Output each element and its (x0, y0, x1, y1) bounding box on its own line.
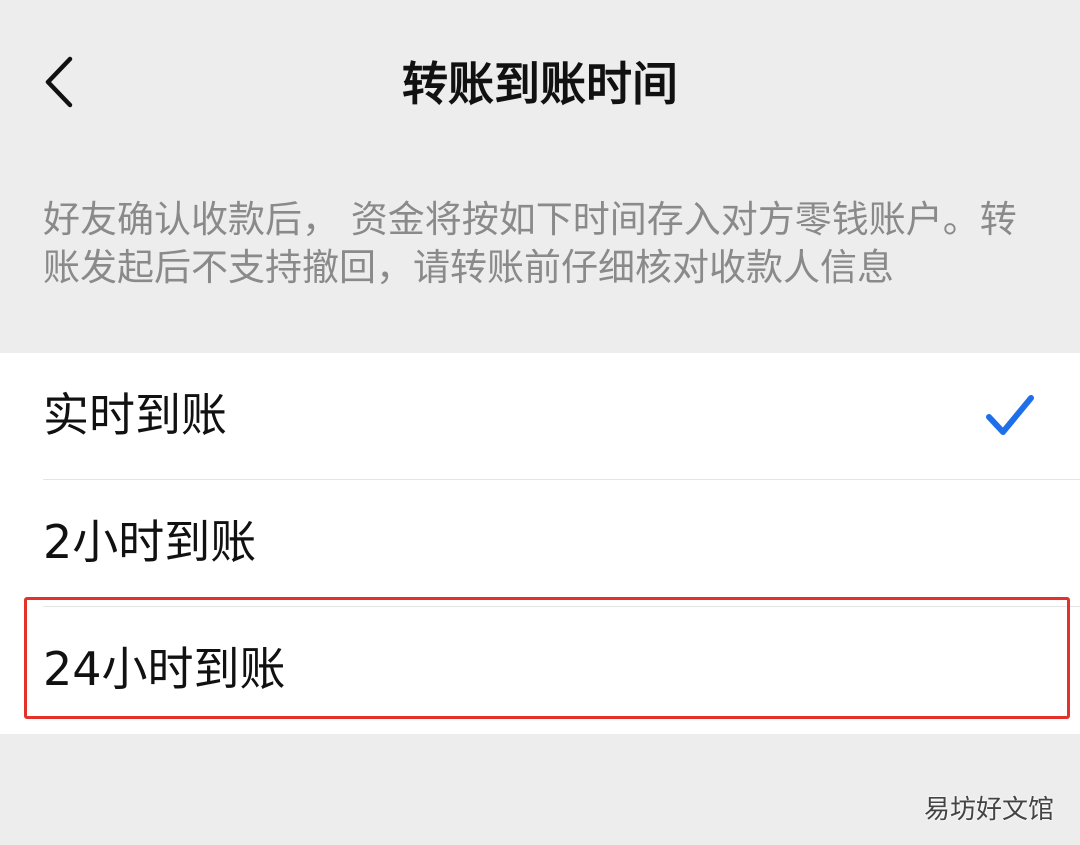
navigation-bar: 转账到账时间 (0, 0, 1080, 168)
option-realtime[interactable]: 实时到账 (0, 353, 1080, 479)
checkmark-icon (986, 395, 1034, 435)
description-text: 好友确认收款后， 资金将按如下时间存入对方零钱账户。转账发起后不支持撤回，请转账… (43, 198, 1017, 289)
page-title: 转账到账时间 (402, 57, 678, 111)
watermark: 易坊好文馆 (923, 795, 1054, 825)
arrival-time-options: 实时到账 2小时到账 24小时到账 (0, 353, 1080, 734)
option-2-hours[interactable]: 2小时到账 (0, 480, 1080, 606)
option-24-hours[interactable]: 24小时到账 (0, 607, 1080, 733)
option-label: 24小时到账 (43, 642, 286, 696)
option-label: 2小时到账 (43, 515, 257, 569)
option-label: 实时到账 (43, 388, 227, 442)
